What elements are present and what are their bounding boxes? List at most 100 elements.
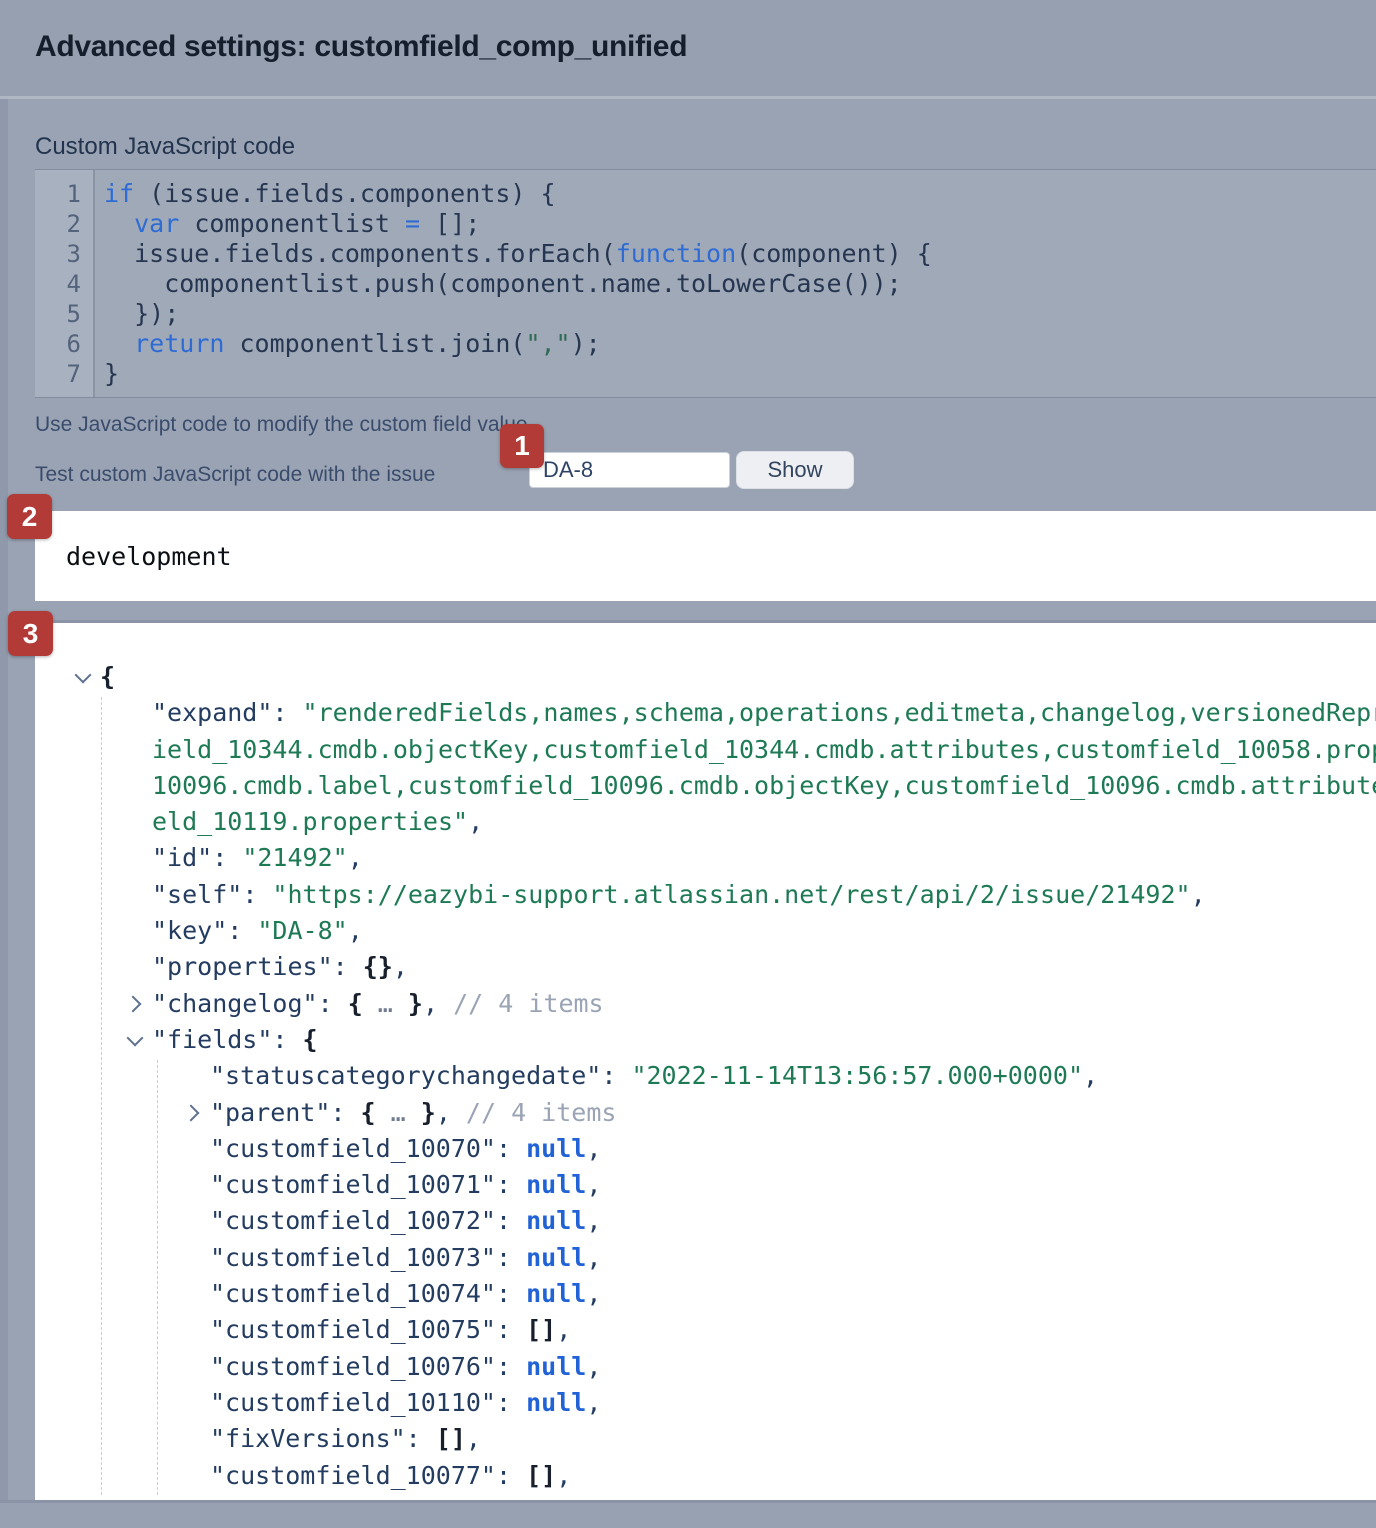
json-row: "self": "https://eazybi-support.atlassia… — [35, 877, 1376, 913]
json-token: , — [436, 1098, 451, 1127]
code-token — [104, 329, 134, 358]
chevron-down-icon[interactable] — [123, 1029, 152, 1051]
json-token: "changelog" — [152, 989, 318, 1018]
json-row: "fixVersions": [], — [35, 1421, 1376, 1457]
json-token: , — [348, 843, 363, 872]
json-token: , — [586, 1243, 601, 1272]
json-token: : — [496, 1243, 526, 1272]
code-text: issue.fields.components.forEach(function… — [93, 239, 932, 268]
json-token: null — [526, 1352, 586, 1381]
json-row: "customfield_10071": null, — [35, 1167, 1376, 1203]
code-editor[interactable]: 1if (issue.fields.components) { 2 var co… — [35, 169, 1376, 398]
code-token: = — [405, 209, 420, 238]
json-row: "statuscategorychangedate": "2022-11-14T… — [35, 1058, 1376, 1094]
json-token: "fields" — [152, 1025, 272, 1054]
chevron-right-icon[interactable] — [123, 993, 152, 1015]
line-number: 1 — [35, 179, 93, 209]
code-token: (issue.fields.components) { — [134, 179, 555, 208]
code-line: 5 }); — [35, 299, 1376, 329]
json-token: } — [421, 1098, 436, 1127]
code-token: } — [104, 359, 119, 388]
json-token: : — [496, 1352, 526, 1381]
json-token: null — [526, 1243, 586, 1272]
json-token: { — [348, 989, 363, 1018]
line-number: 3 — [35, 239, 93, 269]
json-token: "self" — [152, 880, 242, 909]
code-token: (component) { — [736, 239, 932, 268]
code-lines: 1if (issue.fields.components) { 2 var co… — [35, 179, 1376, 389]
issue-key-input[interactable] — [529, 452, 730, 488]
annotation-badge-3: 3 — [8, 611, 53, 656]
advanced-settings-page: Advanced settings: customfield_comp_unif… — [0, 0, 1376, 1528]
json-token: "customfield_10071" — [210, 1170, 496, 1199]
json-token: "2022-11-14T13:56:57.000+0000" — [631, 1061, 1083, 1090]
code-token: issue.fields.components.forEach( — [104, 239, 616, 268]
json-token: : — [496, 1315, 526, 1344]
json-token: … — [376, 1098, 421, 1127]
json-token: { — [361, 1098, 376, 1127]
json-token: "statuscategorychangedate" — [210, 1061, 601, 1090]
json-token: "customfield_10075" — [210, 1315, 496, 1344]
json-row: "customfield_10075": [], — [35, 1312, 1376, 1348]
json-row: "id": "21492", — [35, 840, 1376, 876]
page-title: Advanced settings: customfield_comp_unif… — [35, 30, 687, 64]
json-token: : — [242, 880, 272, 909]
code-token: componentlist.join( — [224, 329, 525, 358]
json-token: , — [586, 1170, 601, 1199]
json-token: : — [333, 952, 363, 981]
json-token: : — [406, 1424, 436, 1453]
json-row: "properties": {}, — [35, 949, 1376, 985]
annotation-badge-1: 1 — [500, 424, 544, 468]
editor-hint-text: Use JavaScript code to modify the custom… — [35, 413, 533, 437]
show-button[interactable]: Show — [736, 451, 854, 489]
line-number: 4 — [35, 269, 93, 299]
json-token: // 4 items — [451, 1098, 617, 1127]
json-token: , — [1191, 880, 1206, 909]
json-token: : — [227, 916, 257, 945]
code-text: if (issue.fields.components) { — [93, 179, 556, 208]
json-row: "customfield_10077": [], — [35, 1458, 1376, 1494]
json-token: null — [526, 1206, 586, 1235]
json-token: , — [466, 1424, 481, 1453]
line-number: 7 — [35, 359, 93, 389]
json-token: : — [496, 1461, 526, 1490]
json-row: "key": "DA-8", — [35, 913, 1376, 949]
code-token: function — [616, 239, 736, 268]
chevron-down-icon[interactable] — [71, 666, 100, 688]
json-row: "customfield_10073": null, — [35, 1240, 1376, 1276]
json-token: [] — [526, 1315, 556, 1344]
annotation-badge-2: 2 — [7, 494, 52, 539]
json-token: { — [100, 662, 115, 691]
json-token: , — [1083, 1061, 1098, 1090]
json-token: : — [212, 843, 242, 872]
json-token: ield_10344.cmdb.objectKey,customfield_10… — [152, 735, 1376, 764]
json-token: "customfield_10070" — [210, 1134, 496, 1163]
json-token: : — [272, 1025, 302, 1054]
json-token: : — [496, 1388, 526, 1417]
json-token: : — [272, 698, 302, 727]
json-token: "https://eazybi-support.atlassian.net/re… — [272, 880, 1190, 909]
header-divider — [0, 96, 1376, 99]
json-token: : — [496, 1134, 526, 1163]
code-token: var — [134, 209, 179, 238]
code-token: "," — [525, 329, 570, 358]
json-token: "customfield_10110" — [210, 1388, 496, 1417]
json-token: "expand" — [152, 698, 272, 727]
json-token: "customfield_10072" — [210, 1206, 496, 1235]
left-edge-strip — [0, 99, 8, 1528]
issue-json-viewer: { "expand": "renderedFields,names,schema… — [35, 623, 1376, 1500]
custom-field-value: development — [66, 542, 232, 571]
json-token: [] — [436, 1424, 466, 1453]
chevron-right-icon[interactable] — [181, 1102, 210, 1124]
code-token: componentlist.push(component.name.toLowe… — [104, 269, 902, 298]
json-token: , — [423, 989, 438, 1018]
json-token: {} — [363, 952, 393, 981]
code-token — [104, 209, 134, 238]
json-row: 10096.cmdb.label,customfield_10096.cmdb.… — [35, 768, 1376, 804]
json-token: , — [556, 1315, 571, 1344]
json-token: : — [601, 1061, 631, 1090]
line-number: 6 — [35, 329, 93, 359]
json-token: , — [586, 1206, 601, 1235]
json-token: … — [363, 989, 408, 1018]
code-text: }); — [93, 299, 179, 328]
